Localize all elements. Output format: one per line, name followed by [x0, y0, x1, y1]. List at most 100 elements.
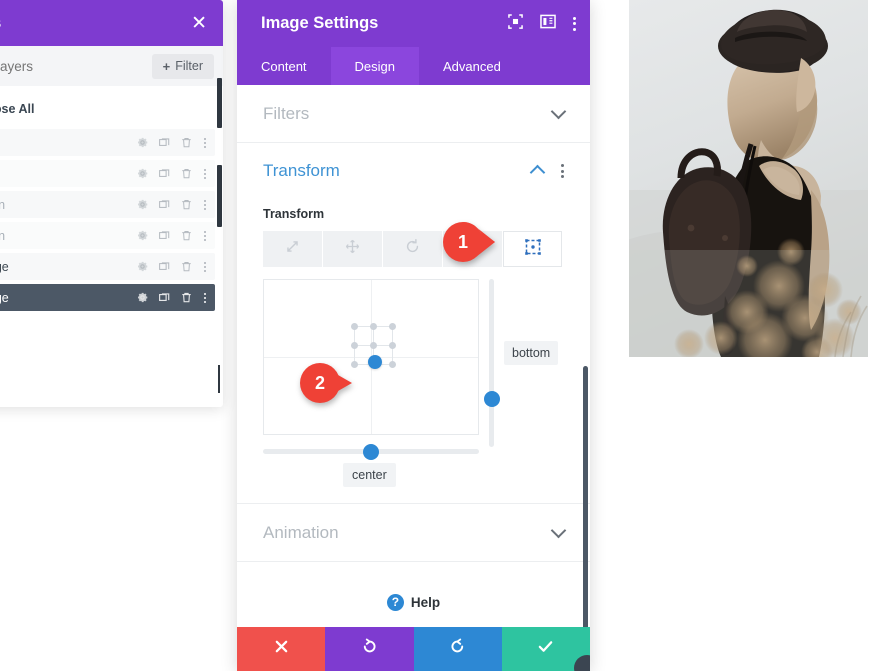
origin-vertical-slider-handle[interactable] — [483, 391, 500, 407]
check-icon — [537, 638, 554, 660]
focus-mode-icon[interactable] — [508, 13, 523, 34]
gear-icon[interactable] — [136, 198, 149, 211]
transform-tool-toolbar — [237, 231, 590, 267]
gear-icon[interactable] — [136, 229, 149, 242]
tab-design[interactable]: Design — [330, 47, 420, 85]
origin-grid[interactable] — [263, 279, 479, 435]
more-options-icon[interactable] — [202, 230, 207, 241]
panel-layout-icon[interactable] — [540, 14, 556, 34]
origin-preset-top-center[interactable] — [370, 323, 377, 330]
layer-row-row[interactable]: Row — [0, 160, 215, 187]
x-icon — [274, 639, 289, 659]
more-options-icon[interactable] — [202, 199, 207, 210]
scale-tool-button[interactable] — [263, 231, 322, 267]
layer-row-actions — [136, 260, 207, 273]
trash-icon[interactable] — [180, 291, 193, 304]
close-icon[interactable]: ✕ — [191, 14, 207, 33]
layers-panel-header: Layers ✕ — [0, 0, 223, 46]
layer-label: Column — [0, 228, 6, 243]
trash-icon[interactable] — [180, 167, 193, 180]
cancel-button[interactable] — [237, 627, 326, 671]
duplicate-icon[interactable] — [158, 198, 171, 211]
tab-advanced[interactable]: Advanced — [419, 47, 525, 85]
gear-icon[interactable] — [136, 167, 149, 180]
search-input[interactable] — [0, 58, 152, 74]
chevron-down-icon[interactable] — [550, 522, 567, 538]
origin-selected-handle[interactable] — [368, 355, 382, 369]
layers-panel: Layers ✕ + Filter Open/Close All Section — [0, 0, 223, 407]
section-filters[interactable]: Filters — [237, 85, 590, 143]
more-options-icon[interactable] — [202, 137, 207, 148]
trash-icon[interactable] — [180, 260, 193, 273]
scale-icon — [284, 238, 301, 260]
chevron-up-icon[interactable] — [529, 164, 546, 181]
layer-label: Image — [0, 290, 9, 305]
undo-button[interactable] — [325, 627, 414, 671]
redo-button[interactable] — [413, 627, 502, 671]
section-transform-header[interactable]: Transform — [237, 143, 590, 199]
undo-icon — [361, 638, 378, 660]
settings-tabs: Content Design Advanced — [237, 47, 590, 85]
panel-drag-handle-middle[interactable] — [217, 165, 222, 227]
settings-scrollbar[interactable] — [583, 366, 588, 671]
layer-row-image[interactable]: Image — [0, 253, 215, 280]
duplicate-icon[interactable] — [158, 136, 171, 149]
layer-label: Column — [0, 197, 6, 212]
origin-vertical-slider[interactable] — [483, 279, 500, 447]
transform-field-label: Transform — [263, 207, 325, 221]
origin-tool-button[interactable] — [503, 231, 562, 267]
settings-header-actions — [508, 13, 576, 34]
origin-preset-top-left[interactable] — [351, 323, 358, 330]
gear-icon[interactable] — [136, 291, 149, 304]
layer-row-column[interactable]: Column — [0, 222, 215, 249]
layer-row-column[interactable]: Column — [0, 191, 215, 218]
rotate-icon — [404, 238, 421, 260]
layer-label: Row — [0, 167, 136, 181]
transform-origin-picker: bottom center — [237, 267, 590, 503]
section-filters-label: Filters — [263, 103, 310, 123]
more-options-icon[interactable] — [561, 164, 564, 178]
more-options-icon[interactable] — [202, 292, 207, 303]
settings-header: Image Settings — [237, 0, 590, 47]
trash-icon[interactable] — [180, 229, 193, 242]
open-close-all-toggle[interactable]: Open/Close All — [0, 86, 215, 129]
callout-marker-2: 2 — [300, 363, 354, 403]
duplicate-icon[interactable] — [158, 229, 171, 242]
origin-horizontal-value-label: center — [343, 463, 396, 487]
layers-list: Open/Close All Section Row — [0, 86, 223, 325]
trash-icon[interactable] — [180, 136, 193, 149]
gear-icon[interactable] — [136, 136, 149, 149]
origin-preset-top-right[interactable] — [389, 323, 396, 330]
origin-preset-bottom-right[interactable] — [389, 361, 396, 368]
origin-preset-middle-left[interactable] — [351, 342, 358, 349]
translate-tool-button[interactable] — [323, 231, 382, 267]
duplicate-icon[interactable] — [158, 260, 171, 273]
origin-preset-middle-right[interactable] — [389, 342, 396, 349]
more-options-icon[interactable] — [202, 261, 207, 272]
gear-icon[interactable] — [136, 260, 149, 273]
chevron-down-icon[interactable] — [550, 103, 567, 119]
trash-icon[interactable] — [180, 198, 193, 211]
origin-vertical-value-label: bottom — [504, 341, 559, 365]
panel-drag-handle-bottom[interactable] — [218, 365, 220, 393]
transform-origin-icon — [524, 238, 542, 261]
origin-horizontal-slider[interactable] — [263, 443, 479, 460]
screen-root: Layers ✕ + Filter Open/Close All Section — [0, 0, 880, 671]
origin-preset-middle-center[interactable] — [370, 342, 377, 349]
layer-row-section[interactable]: Section — [0, 129, 215, 156]
layer-row-actions — [136, 229, 207, 242]
filter-button[interactable]: + Filter — [151, 53, 214, 79]
duplicate-icon[interactable] — [158, 167, 171, 180]
layers-search-bar: + Filter — [0, 46, 223, 86]
section-animation[interactable]: Animation — [237, 504, 590, 562]
more-options-icon[interactable] — [573, 16, 576, 31]
more-options-icon[interactable] — [202, 168, 207, 179]
rotate-tool-button[interactable] — [383, 231, 442, 267]
settings-action-bar — [237, 627, 590, 671]
origin-horizontal-slider-handle[interactable] — [363, 443, 379, 460]
duplicate-icon[interactable] — [158, 291, 171, 304]
layer-row-image-selected[interactable]: Image — [0, 284, 215, 311]
panel-drag-handle-top[interactable] — [217, 78, 222, 128]
tab-content[interactable]: Content — [237, 47, 331, 85]
callout-marker-1: 1 — [443, 222, 497, 262]
